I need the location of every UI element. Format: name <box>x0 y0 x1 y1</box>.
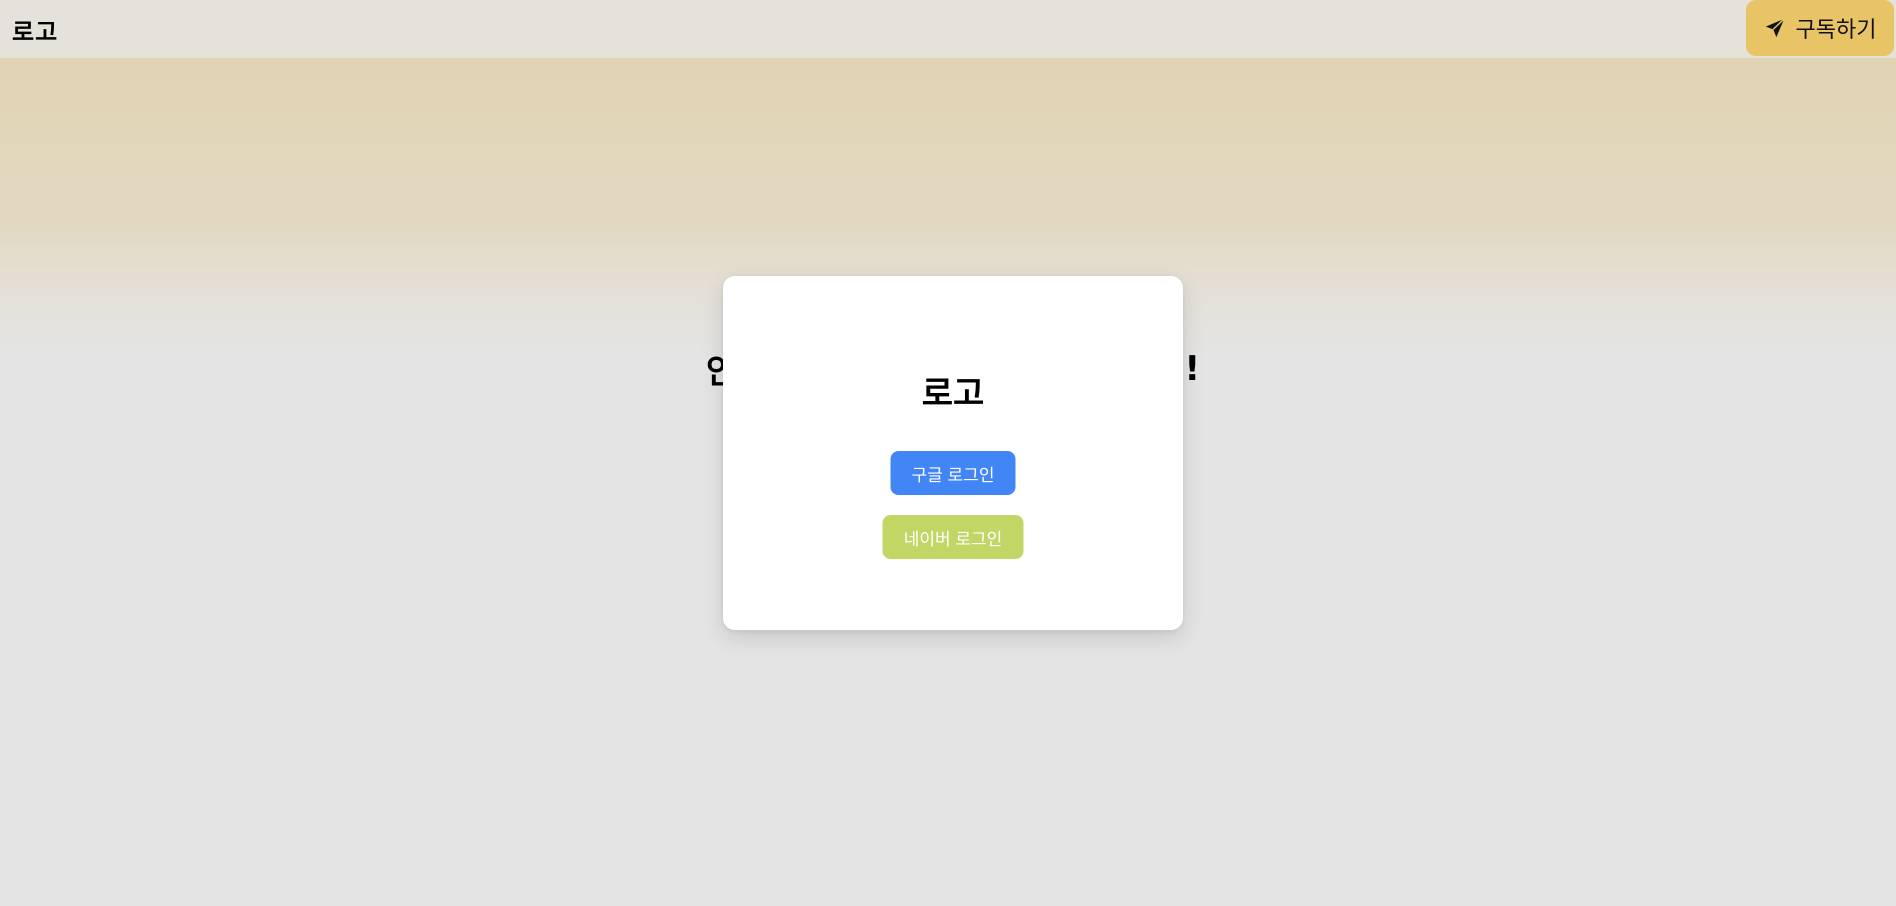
login-modal: 로고 구글 로그인 네이버 로그인 <box>723 276 1183 630</box>
top-header: 로고 구독하기 <box>0 0 1896 58</box>
google-login-button[interactable]: 구글 로그인 <box>890 451 1016 495</box>
subscribe-button[interactable]: 구독하기 <box>1746 0 1894 56</box>
send-icon <box>1764 17 1786 39</box>
hero-headline-end: ! <box>1184 348 1200 389</box>
modal-logo-title: 로고 <box>921 374 985 414</box>
subscribe-label: 구독하기 <box>1795 18 1877 43</box>
header-logo[interactable]: 로고 <box>12 12 58 47</box>
naver-login-button[interactable]: 네이버 로그인 <box>882 515 1024 559</box>
